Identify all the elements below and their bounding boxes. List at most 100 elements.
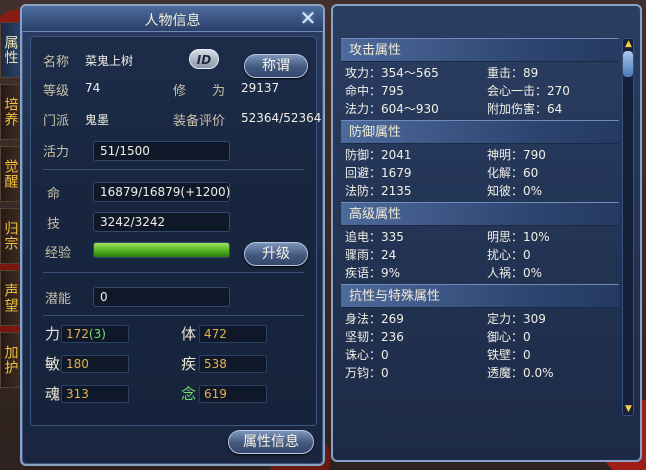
attribute-row: 万钧：0 透魔：0.0% [341, 364, 619, 382]
attribute-value: 会心一击：270 [487, 84, 570, 98]
agility-value: 180 [61, 355, 129, 373]
attribute-value: 重击：89 [487, 66, 539, 80]
level-value: 74 [85, 81, 101, 95]
attribute-value: 神明：790 [487, 148, 546, 162]
attribute-row: 攻力：354～565 重击：89 [341, 64, 619, 82]
potential-label: 潜能 [45, 292, 72, 307]
vitality-field: 51/1500 [93, 141, 230, 161]
character-details: 名称 菜鬼上树 ID 称谓 等级 74 修 为 29137 门派 鬼墨 装备评价… [30, 36, 321, 426]
tab-awaken[interactable]: 觉醒 [0, 146, 19, 202]
character-name: 菜鬼上树 [85, 54, 134, 68]
attribute-value: 疾语：9% [345, 266, 401, 280]
section-rows: 攻力：354～565 重击：89 命中：795 会心一击：270 法力：604～930 附… [341, 62, 619, 120]
id-badge-button[interactable]: ID [189, 49, 219, 69]
tab-return-sect[interactable]: 归宗 [0, 208, 19, 264]
attribute-row: 诛心：0 铁壁：0 [341, 346, 619, 364]
section-header: 攻击属性 [341, 38, 619, 62]
attribute-value: 定力：309 [487, 312, 546, 326]
strength-value: 172(3) [61, 325, 129, 343]
attribute-value: 明思：10% [487, 230, 550, 244]
agility-label: 敏 [45, 355, 61, 373]
sect-label: 门派 [43, 114, 70, 129]
title-bar[interactable]: 人物信息 ✕ [22, 6, 323, 32]
section-rows: 防御：2041 神明：790 回避：1679 化解：60 法防：2135 知彼：0% [341, 144, 619, 202]
attribute-value: 御心：0 [487, 330, 531, 344]
attribute-value: 化解：60 [487, 166, 539, 180]
attribute-row: 防御：2041 神明：790 [341, 146, 619, 164]
attribute-row: 疾语：9% 人祸：0% [341, 264, 619, 282]
attribute-row: 回避：1679 化解：60 [341, 164, 619, 182]
attribute-value: 攻力：354～565 [345, 66, 439, 80]
constitution-label: 体 [181, 325, 197, 343]
skill-points-label: 技 [47, 217, 61, 232]
divider [43, 272, 304, 273]
tab-attributes[interactable]: 属性 [0, 22, 19, 78]
attribute-value: 坚韧：236 [345, 330, 404, 344]
attribute-value: 人祸：0% [487, 266, 543, 280]
attribute-value: 透魔：0.0% [487, 366, 554, 380]
strength-number: 172 [66, 327, 89, 341]
soul-label: 魂 [45, 385, 61, 403]
level-label: 等级 [43, 84, 70, 99]
attribute-value: 万钧：0 [345, 366, 389, 380]
attribute-value: 附加伤害：64 [487, 102, 563, 116]
attribute-row: 命中：795 会心一击：270 [341, 82, 619, 100]
attribute-panel: 攻击属性攻力：354～565 重击：89 命中：795 会心一击：270 法力：604～… [331, 4, 642, 462]
attribute-value: 追电：335 [345, 230, 404, 244]
attribute-value: 命中：795 [345, 84, 404, 98]
soul-value: 313 [61, 385, 129, 403]
levelup-button[interactable]: 升级 [244, 242, 308, 266]
skill-points-field: 3242/3242 [93, 212, 230, 232]
scroll-thumb[interactable] [623, 51, 633, 77]
cultivation-value: 29137 [241, 81, 280, 95]
cultivation-label: 修 为 [173, 84, 226, 99]
mind-value: 619 [199, 385, 267, 403]
speed-value: 538 [199, 355, 267, 373]
attribute-info-button[interactable]: 属性信息 [228, 430, 314, 454]
section-header: 抗性与特殊属性 [341, 284, 619, 308]
tab-blessing[interactable]: 加护 [0, 332, 19, 388]
attribute-value: 扰心：0 [487, 248, 531, 262]
side-tabs: 属性 培养 觉醒 归宗 声望 加护 [0, 22, 20, 394]
potential-field: 0 [93, 287, 230, 307]
attribute-value: 知彼：0% [487, 184, 543, 198]
character-info-panel: 人物信息 ✕ 名称 菜鬼上树 ID 称谓 等级 74 修 为 29137 门派 … [20, 4, 325, 466]
attribute-value: 回避：1679 [345, 166, 412, 180]
scroll-down-icon[interactable]: ▼ [624, 405, 633, 414]
tab-cultivate[interactable]: 培养 [0, 84, 19, 140]
section-rows: 追电：335 明思：10% 骤雨：24 扰心：0 疾语：9% 人祸：0% [341, 226, 619, 284]
section-rows: 身法：269 定力：309 坚韧：236 御心：0 诛心：0 铁壁：0 万钧：0 透魔：0.0… [341, 308, 619, 384]
hp-label: 命 [47, 187, 61, 202]
attribute-row: 追电：335 明思：10% [341, 228, 619, 246]
divider [43, 315, 304, 316]
divider [43, 169, 304, 170]
attribute-row: 骤雨：24 扰心：0 [341, 246, 619, 264]
equip-rating-value: 52364/52364 [241, 111, 322, 125]
speed-label: 疾 [181, 355, 197, 373]
strength-label: 力 [45, 325, 61, 343]
attribute-list[interactable]: 攻击属性攻力：354～565 重击：89 命中：795 会心一击：270 法力：604～… [341, 38, 619, 416]
constitution-value: 472 [199, 325, 267, 343]
vitality-label: 活力 [43, 145, 70, 160]
attribute-value: 防御：2041 [345, 148, 412, 162]
attribute-value: 法力：604～930 [345, 102, 439, 116]
equip-rating-label: 装备评价 [173, 114, 226, 129]
close-icon[interactable]: ✕ [297, 8, 319, 30]
mind-label: 念 [181, 385, 197, 403]
tab-reputation[interactable]: 声望 [0, 270, 19, 326]
attribute-value: 骤雨：24 [345, 248, 397, 262]
hp-field: 16879/16879(+1200) [93, 182, 230, 202]
section-header: 防御属性 [341, 120, 619, 144]
scrollbar[interactable]: ▲ ▼ [622, 38, 634, 416]
exp-bar-fill [94, 243, 229, 257]
scroll-up-icon[interactable]: ▲ [624, 40, 633, 49]
exp-label: 经验 [45, 246, 72, 261]
attribute-value: 铁壁：0 [487, 348, 531, 362]
attribute-row: 法防：2135 知彼：0% [341, 182, 619, 200]
title-button[interactable]: 称谓 [244, 54, 308, 78]
sect-value: 鬼墨 [85, 113, 110, 127]
attribute-row: 身法：269 定力：309 [341, 310, 619, 328]
section-header: 高级属性 [341, 202, 619, 226]
strength-bonus: (3) [88, 327, 106, 341]
attribute-value: 身法：269 [345, 312, 404, 326]
